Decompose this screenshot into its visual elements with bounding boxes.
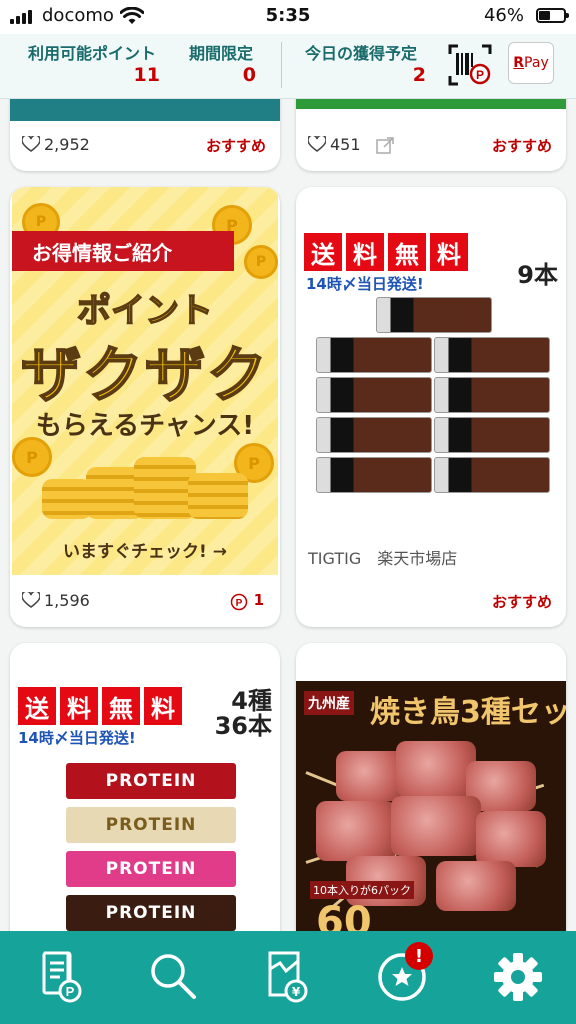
count-types: 4種 (231, 687, 272, 715)
free-shipping-tag: 無 (388, 233, 426, 271)
notification-badge: ! (405, 942, 433, 970)
product-bar (434, 337, 550, 373)
free-shipping-tag: 料 (430, 233, 468, 271)
promo-card[interactable]: P P P P P お得情報ご紹介 ポイント ザクザク もらえるチャンス! いま… (10, 187, 280, 627)
card-footer: 451 おすすめ (296, 123, 566, 171)
protein-bar: PROTEIN (66, 763, 236, 799)
protein-bar: PROTEIN (66, 851, 236, 887)
pack-note: 10本入りが6パック (310, 881, 414, 899)
point-icon: P (230, 593, 248, 611)
svg-text:P: P (236, 598, 243, 609)
limited-points-value[interactable]: 0 (216, 64, 256, 86)
like-count: 1,596 (44, 591, 90, 610)
battery-percent: 46% (483, 5, 524, 26)
usable-points-value[interactable]: 11 (120, 64, 160, 86)
heart-icon[interactable] (22, 136, 40, 152)
usable-points-label: 利用可能ポイント (28, 44, 157, 63)
promo-image: P P P P P お得情報ご紹介 ポイント ザクザク もらえるチャンス! いま… (12, 187, 278, 575)
free-shipping-tag: 送 (304, 233, 342, 271)
rakuten-pay-button[interactable]: R Pay (508, 42, 554, 84)
card-footer: 1,596 P 1 (10, 579, 280, 627)
product-card[interactable]: 送 料 無 料 14時〆当日発送! 4種 36本 PROTEIN PROTEIN… (10, 643, 280, 931)
feed[interactable]: 2,952 おすすめ 451 おすすめ P P P P P お得情報ご紹介 ポイ… (0, 99, 576, 931)
rpay-r-logo: R (513, 55, 525, 71)
external-link-icon[interactable] (376, 137, 394, 155)
svg-text:¥: ¥ (292, 985, 301, 999)
promo-subline: もらえるチャンス! (35, 411, 255, 441)
item-count: 4種 36本 (214, 687, 272, 741)
product-bar (316, 457, 432, 493)
recommend-tag: おすすめ (491, 137, 552, 155)
today-points-value[interactable]: 2 (386, 64, 426, 86)
rpay-label: Pay (524, 55, 549, 71)
protein-bar: PROTEIN (66, 895, 236, 931)
feed-card[interactable]: 2,952 おすすめ (10, 99, 280, 171)
product-card[interactable]: 九州産 焼き鳥3種セット 10本入りが6パック 60 (296, 643, 566, 931)
search-icon[interactable] (146, 949, 202, 1005)
today-points-label: 今日の獲得予定 (305, 44, 418, 63)
point-history-icon[interactable]: P (34, 949, 90, 1005)
recommend-tag: おすすめ (491, 593, 552, 611)
receipt-icon[interactable]: ¥ (260, 949, 316, 1005)
card-footer: おすすめ (296, 579, 566, 627)
card-banner-image (296, 99, 566, 109)
product-image: 送 料 無 料 14時〆当日発送! 9本 (296, 187, 566, 517)
big-number: 60 (316, 899, 372, 931)
product-image: 九州産 焼き鳥3種セット 10本入りが6パック 60 (296, 681, 566, 931)
status-bar: docomo 5:35 46% (0, 0, 576, 34)
feed-card[interactable]: 451 おすすめ (296, 99, 566, 171)
coin-icon: P (12, 437, 52, 477)
bottom-nav: P ¥ (0, 931, 576, 1024)
product-card[interactable]: 送 料 無 料 14時〆当日発送! 9本 TIGTIG 楽天市場店 おすすめ (296, 187, 566, 627)
points-header: 利用可能ポイント 11 期間限定 0 今日の獲得予定 2 P R Pay (0, 34, 576, 99)
svg-text:P: P (476, 68, 484, 82)
promo-ribbon: お得情報ご紹介 (12, 231, 234, 271)
product-bar (434, 457, 550, 493)
free-shipping-tag: 料 (144, 687, 182, 725)
product-bar (434, 417, 550, 453)
product-bar (316, 377, 432, 413)
battery-icon (536, 8, 569, 23)
promo-headline-small: ポイント (76, 290, 214, 332)
promo-cta: いますぐチェック! → (63, 542, 227, 562)
coin-stack-graphic (134, 457, 196, 519)
protein-bar: PROTEIN (66, 807, 236, 843)
item-count: 9本 (517, 261, 558, 289)
like-count: 2,952 (44, 135, 90, 154)
header-divider (281, 42, 282, 88)
product-image: 送 料 無 料 14時〆当日発送! 4種 36本 PROTEIN PROTEIN… (10, 643, 280, 931)
heart-icon[interactable] (22, 592, 40, 608)
product-bar (376, 297, 492, 333)
point-count: 1 (253, 591, 264, 609)
svg-text:P: P (66, 984, 75, 999)
promo-headline: ザクザク (20, 340, 269, 412)
shop-name[interactable]: TIGTIG 楽天市場店 (308, 545, 457, 569)
free-shipping-tag: 料 (346, 233, 384, 271)
card-banner-image (10, 99, 280, 121)
coin-stack-graphic (42, 479, 92, 519)
product-bar (316, 337, 432, 373)
card-footer: 2,952 おすすめ (10, 123, 280, 171)
coin-icon: P (244, 245, 278, 279)
product-bar (316, 417, 432, 453)
product-bar (434, 377, 550, 413)
limited-points-label: 期間限定 (189, 44, 254, 63)
coin-stack-graphic (188, 473, 248, 519)
like-count: 451 (330, 135, 361, 154)
qr-point-icon[interactable]: P (448, 44, 492, 86)
recommend-tag: おすすめ (205, 137, 266, 155)
shipping-note: 14時〆当日発送! (306, 275, 424, 293)
origin-label: 九州産 (304, 691, 354, 715)
free-shipping-tag: 料 (60, 687, 98, 725)
count-total: 36本 (214, 712, 272, 741)
settings-gear-icon[interactable] (490, 949, 546, 1005)
product-title: 焼き鳥3種セット (370, 695, 566, 730)
shipping-note: 14時〆当日発送! (18, 729, 136, 747)
heart-icon[interactable] (308, 136, 326, 152)
free-shipping-tag: 無 (102, 687, 140, 725)
free-shipping-tag: 送 (18, 687, 56, 725)
